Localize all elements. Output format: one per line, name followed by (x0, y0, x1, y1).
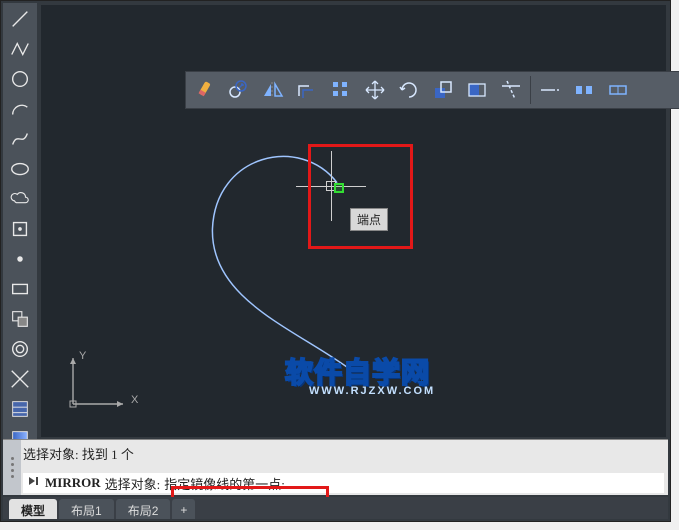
break-tool[interactable] (569, 75, 599, 105)
hatch-tool[interactable] (6, 395, 34, 423)
spline-tool[interactable] (6, 125, 34, 153)
move-tool[interactable] (360, 75, 390, 105)
polyline-tool[interactable] (6, 35, 34, 63)
erase-tool[interactable] (190, 75, 220, 105)
circle-tool[interactable] (6, 65, 34, 93)
app-frame: 端点 软件自学网 WWW.RJZXW.COM Y X 选择对象: 找到 1 个 … (0, 0, 671, 522)
command-prompt-text: 指定镜像线的第一点: (164, 474, 285, 493)
layout-tabs: 模型 布局1 布局2 + (3, 497, 668, 519)
mirror-tool[interactable] (258, 75, 288, 105)
line-tool[interactable] (6, 5, 34, 33)
command-area: 选择对象: 找到 1 个 MIRROR 选择对象: 指定镜像线的第一点: (3, 439, 668, 495)
command-name: MIRROR (45, 475, 101, 491)
snap-tooltip: 端点 (350, 208, 388, 231)
point-tool[interactable] (6, 245, 34, 273)
tab-layout2[interactable]: 布局2 (116, 499, 171, 519)
command-drag-handle[interactable] (3, 440, 21, 495)
command-select-label: 选择对象: (105, 474, 161, 493)
trim-tool[interactable] (496, 75, 526, 105)
offset-tool[interactable] (292, 75, 322, 105)
array-tool[interactable] (326, 75, 356, 105)
scale-tool[interactable] (428, 75, 458, 105)
arc-tool[interactable] (6, 95, 34, 123)
extend-tool[interactable] (535, 75, 565, 105)
ellipse-tool[interactable] (6, 155, 34, 183)
cloud-tool[interactable] (6, 185, 34, 213)
separator (530, 76, 531, 104)
command-caret-icon (27, 474, 41, 492)
command-history-line: 选择对象: 找到 1 个 (23, 444, 664, 463)
stretch-tool[interactable] (462, 75, 492, 105)
command-line[interactable]: MIRROR 选择对象: 指定镜像线的第一点: (23, 473, 664, 493)
tab-add[interactable]: + (172, 499, 195, 519)
tab-model[interactable]: 模型 (9, 499, 57, 519)
modify-toolbar (185, 71, 679, 109)
rotate-tool[interactable] (394, 75, 424, 105)
left-tool-palette (3, 3, 37, 485)
command-input[interactable] (289, 475, 660, 491)
tab-layout1[interactable]: 布局1 (59, 499, 114, 519)
donut-tool[interactable] (6, 335, 34, 363)
xline-tool[interactable] (6, 365, 34, 393)
rectangle-tool[interactable] (6, 275, 34, 303)
region-tool[interactable] (6, 305, 34, 333)
block-tool[interactable] (6, 215, 34, 243)
copy-tool[interactable] (224, 75, 254, 105)
join-tool[interactable] (603, 75, 633, 105)
endpoint-snap-marker (334, 183, 344, 193)
